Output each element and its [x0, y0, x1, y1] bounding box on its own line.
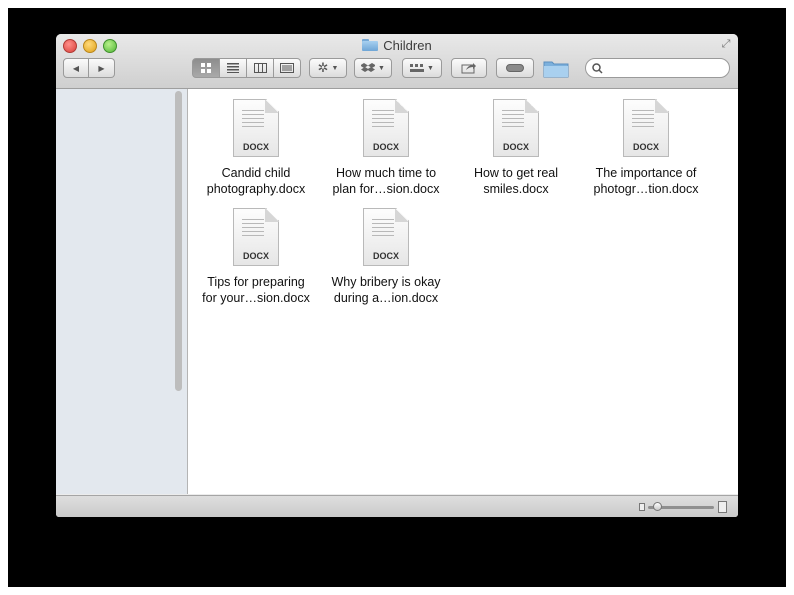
file-browser: DOCX Candid child photography.docx DOCX H… — [188, 89, 738, 494]
icon-size-slider-knob[interactable] — [653, 502, 662, 511]
sidebar-scrollbar[interactable] — [175, 91, 182, 391]
chevron-down-icon: ▼ — [331, 64, 339, 72]
view-mode-control — [192, 58, 301, 78]
dropbox-icon — [361, 63, 376, 72]
coverflow-view-icon — [280, 63, 294, 73]
arrange-menu-button[interactable]: ▼ — [402, 58, 442, 78]
finder-window: Children ⤢ ◀ ▶ ✲ ▼ ▼ ▼ DOCX Candid child… — [56, 34, 738, 517]
file-type-badge: DOCX — [632, 142, 659, 152]
large-icon-size-icon — [718, 501, 727, 513]
docx-file-icon: DOCX — [493, 99, 539, 157]
arrange-icon — [410, 64, 425, 72]
docx-file-icon: DOCX — [233, 208, 279, 266]
window-title: Children — [56, 36, 738, 54]
titlebar: Children ⤢ ◀ ▶ ✲ ▼ ▼ ▼ — [56, 34, 738, 89]
file-type-badge: DOCX — [242, 142, 269, 152]
file-type-badge: DOCX — [372, 251, 399, 261]
file-item[interactable]: DOCX Tips for preparing for your…sion.doc… — [191, 208, 321, 306]
file-name: Why bribery is okay during a…ion.docx — [331, 275, 441, 305]
folder-icon — [543, 61, 569, 78]
list-view-button[interactable] — [220, 58, 247, 78]
file-type-badge: DOCX — [372, 142, 399, 152]
file-name: How much time to plan for…sion.docx — [332, 166, 440, 196]
file-name: The importance of photogr…tion.docx — [593, 166, 699, 196]
file-item[interactable]: DOCX The importance of photogr…tion.docx — [581, 99, 711, 197]
sidebar — [56, 89, 188, 494]
fullscreen-icon[interactable]: ⤢ — [720, 38, 732, 50]
dropbox-menu-button[interactable]: ▼ — [354, 58, 392, 78]
icon-view-button[interactable] — [192, 58, 220, 78]
list-view-icon — [227, 63, 239, 73]
small-icon-size-icon — [639, 503, 645, 511]
search-input[interactable] — [607, 61, 726, 75]
file-item[interactable]: DOCX Candid child photography.docx — [191, 99, 321, 197]
back-button[interactable]: ◀ — [63, 58, 89, 78]
forward-icon: ▶ — [98, 63, 105, 73]
share-icon — [461, 63, 476, 74]
window-title-text: Children — [383, 37, 432, 53]
file-name: Tips for preparing for your…sion.docx — [202, 275, 310, 305]
docx-file-icon: DOCX — [363, 208, 409, 266]
gear-icon: ✲ — [317, 60, 329, 75]
docx-file-icon: DOCX — [233, 99, 279, 157]
file-name: Candid child photography.docx — [206, 166, 306, 196]
share-button[interactable] — [451, 58, 487, 78]
file-item[interactable]: DOCX Why bribery is okay during a…ion.doc… — [321, 208, 451, 306]
coverflow-view-button[interactable] — [274, 58, 301, 78]
file-name: How to get real smiles.docx — [473, 166, 559, 196]
toggle-icon — [506, 64, 524, 72]
file-type-badge: DOCX — [242, 251, 269, 261]
column-view-icon — [253, 63, 267, 73]
folder-icon — [362, 39, 379, 51]
search-icon — [592, 62, 603, 74]
new-folder-button[interactable] — [543, 58, 569, 78]
action-menu-button[interactable]: ✲ ▼ — [309, 58, 347, 78]
forward-button[interactable]: ▶ — [89, 58, 115, 78]
file-item[interactable]: DOCX How much time to plan for…sion.docx — [321, 99, 451, 197]
chevron-down-icon: ▼ — [427, 64, 434, 72]
column-view-button[interactable] — [247, 58, 274, 78]
chevron-down-icon: ▼ — [378, 64, 385, 72]
icon-view-icon — [201, 63, 211, 73]
docx-file-icon: DOCX — [363, 99, 409, 157]
file-item[interactable]: DOCX How to get real smiles.docx — [451, 99, 581, 197]
toggle-sidebar-button[interactable] — [496, 58, 534, 78]
file-type-badge: DOCX — [502, 142, 529, 152]
navigation-buttons: ◀ ▶ — [63, 58, 115, 78]
search-field[interactable] — [585, 58, 730, 78]
back-icon: ◀ — [72, 63, 80, 73]
docx-file-icon: DOCX — [623, 99, 669, 157]
status-bar — [56, 495, 738, 517]
